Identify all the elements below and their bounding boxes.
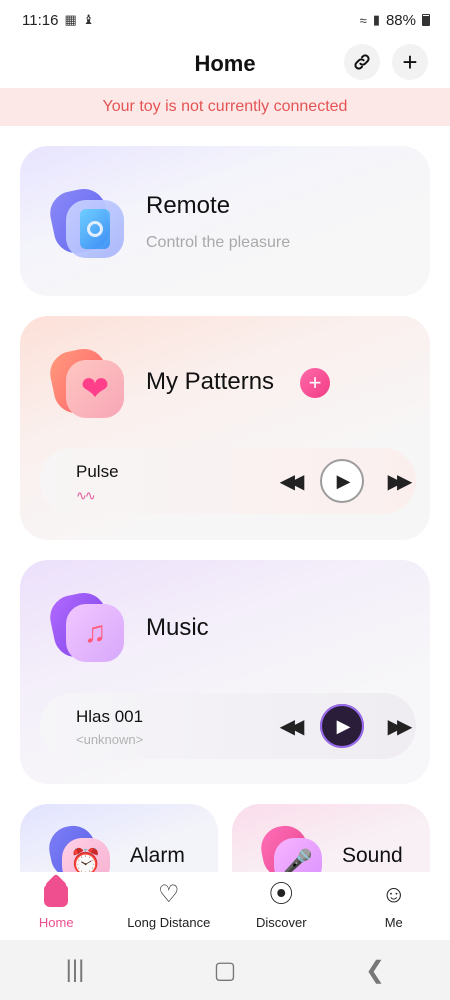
music-title: Music <box>146 614 209 641</box>
home-nav-icon: ▢ <box>213 956 237 984</box>
banner-text: Your toy is not currently connected <box>102 98 348 115</box>
fast-forward-button[interactable]: ▶▶ <box>376 460 418 502</box>
battery-percent: 88% <box>385 11 416 29</box>
link-icon <box>354 54 370 70</box>
patterns-title: My Patterns <box>146 368 275 395</box>
rewind-icon: ◀◀ <box>279 470 305 493</box>
rewind-button[interactable]: ◀◀ <box>268 705 310 747</box>
add-button[interactable]: + <box>392 44 428 80</box>
plus-icon: + <box>308 370 322 395</box>
music-player: Hlas 001 <unknown> ◀◀ ▶ ▶▶ <box>40 693 416 759</box>
patterns-card[interactable]: ❤ My Patterns + Pulse ∿∿ ◀◀ ▶ ▶▶ <box>20 316 430 540</box>
status-right: ≈ ▮ 88% <box>360 12 430 29</box>
play-button[interactable]: ▶ <box>320 459 364 503</box>
status-time: 11:16 <box>22 11 59 29</box>
add-pattern-button[interactable]: + <box>300 368 330 398</box>
windows-icon: ▦ <box>64 12 77 27</box>
heartbeat-icon: ❤ <box>46 344 124 422</box>
compass-icon: ⦿ <box>269 880 294 908</box>
remote-subtitle: Control the pleasure <box>146 234 291 251</box>
fast-forward-icon: ▶▶ <box>387 470 413 493</box>
page-title: Home <box>194 51 256 76</box>
bottom-tab-bar: Home ♡ Long Distance ⦿ Discover ☺ Me <box>0 872 450 940</box>
tab-label: Home <box>38 914 74 930</box>
patterns-player: Pulse ∿∿ ◀◀ ▶ ▶▶ <box>40 448 416 514</box>
play-button[interactable]: ▶ <box>320 704 364 748</box>
link-button[interactable] <box>344 44 380 80</box>
shield-icon: ♝ <box>82 12 95 27</box>
tab-label: Discover <box>255 914 307 930</box>
status-bar: 11:16 ▦ ♝ ≈ ▮ 88% <box>0 0 450 40</box>
tab-label: Me <box>384 914 403 930</box>
system-nav-bar: ||| ▢ ❮ <box>0 940 450 1000</box>
play-icon: ▶ <box>336 470 351 491</box>
fast-forward-icon: ▶▶ <box>387 715 413 738</box>
sound-title: Sound <box>342 844 403 867</box>
recent-apps-icon: ||| <box>65 956 85 983</box>
wave-icon: ∿∿ <box>76 488 96 503</box>
alarm-title: Alarm <box>130 844 185 867</box>
guitar-icon: ♫ <box>46 588 124 666</box>
tab-me[interactable]: ☺ Me <box>338 880 450 930</box>
tab-label: Long Distance <box>127 914 211 930</box>
recent-apps-button[interactable]: ||| <box>45 956 105 984</box>
tab-discover[interactable]: ⦿ Discover <box>225 880 337 930</box>
signal-icon: ▮ <box>372 12 380 27</box>
battery-icon <box>422 14 430 26</box>
home-nav-button[interactable]: ▢ <box>195 956 255 985</box>
rewind-icon: ◀◀ <box>279 715 305 738</box>
music-track-name: Hlas 001 <box>76 707 144 726</box>
remote-card[interactable]: Remote Control the pleasure <box>20 146 430 296</box>
back-button[interactable]: ❮ <box>345 956 405 985</box>
remote-icon <box>46 184 124 262</box>
rewind-button[interactable]: ◀◀ <box>268 460 310 502</box>
tab-home[interactable]: Home <box>0 883 112 930</box>
fast-forward-button[interactable]: ▶▶ <box>376 705 418 747</box>
status-left: 11:16 ▦ ♝ <box>22 12 94 29</box>
plus-icon: + <box>402 47 418 77</box>
pattern-track-name: Pulse <box>76 462 119 481</box>
back-icon: ❮ <box>364 956 386 984</box>
wifi-icon: ≈ <box>359 12 367 28</box>
play-icon: ▶ <box>336 715 351 736</box>
music-artist: <unknown> <box>76 732 144 747</box>
connection-banner: Your toy is not currently connected <box>0 88 450 126</box>
app-header: Home + <box>0 40 450 88</box>
home-icon <box>44 883 69 909</box>
music-card[interactable]: ♫ Music Hlas 001 <unknown> ◀◀ ▶ ▶▶ <box>20 560 430 784</box>
remote-title: Remote <box>146 192 231 219</box>
face-icon: ☺ <box>381 880 406 908</box>
tab-long-distance[interactable]: ♡ Long Distance <box>113 880 225 930</box>
hearts-icon: ♡ <box>157 880 180 908</box>
